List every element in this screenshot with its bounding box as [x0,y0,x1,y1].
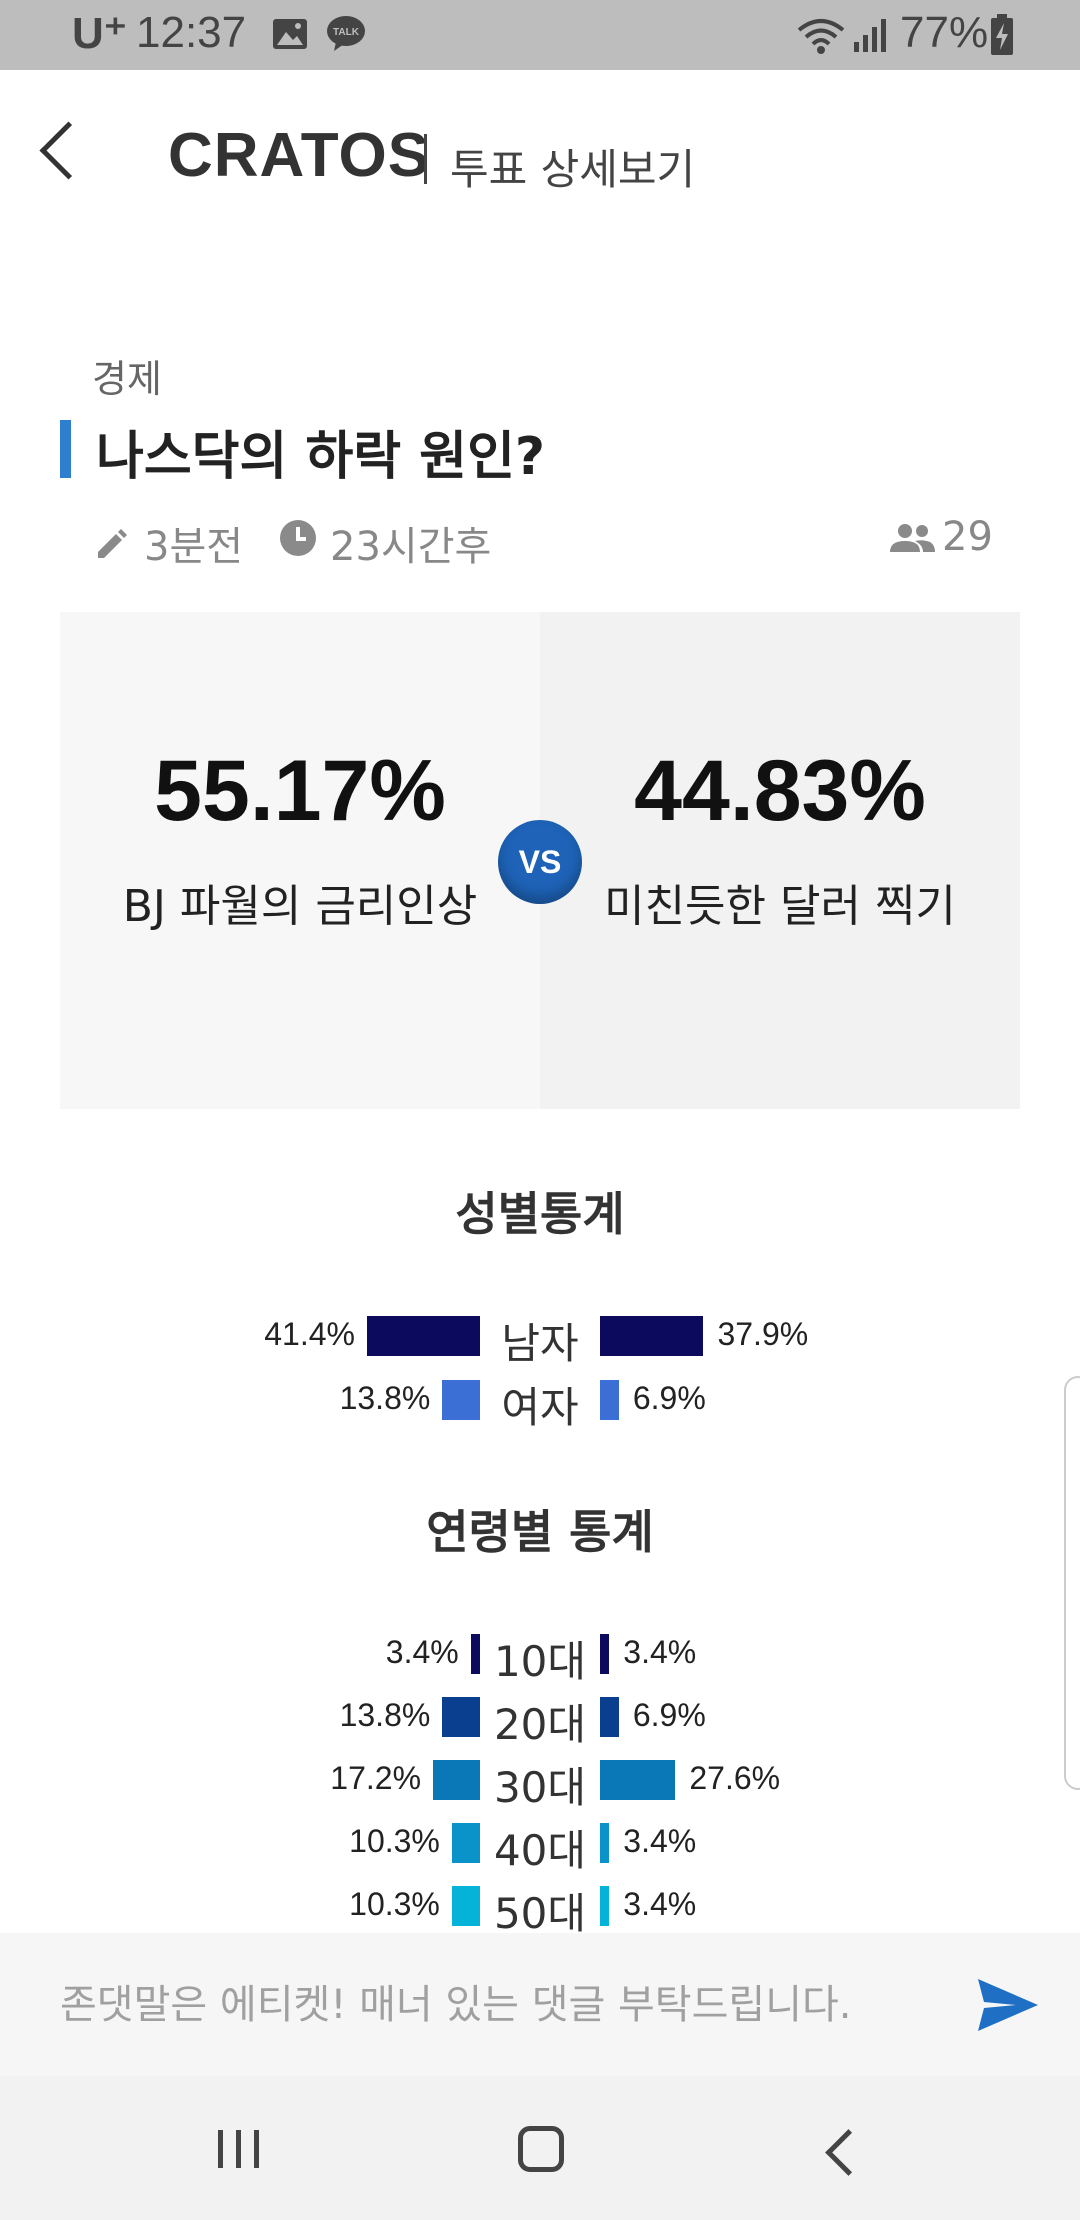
left-value: 3.4% [385,1634,459,1670]
vote-percent-left: 55.17% [154,743,446,839]
left-value: 10.3% [349,1823,440,1859]
category-label: 남자 [501,1319,579,1368]
signal-icon [854,19,886,52]
stat-row: 41.4% 37.9% 남자 [0,1312,1080,1368]
vote-option-right-label: 미친듯한 달러 찍기 [604,881,956,932]
participants-icon [890,524,935,552]
right-value: 6.9% [632,1380,706,1416]
right-bar [600,1760,676,1800]
remaining-time: 23시간후 [330,524,492,570]
clock-icon [280,520,316,556]
left-value: 10.3% [349,1886,440,1922]
header-divider [424,134,427,184]
status-time: 12:37 [136,8,247,57]
brand-logo: CRATOS [168,121,431,190]
wifi-icon [797,19,845,54]
vote-percent-right: 44.83% [634,743,926,839]
left-bar [433,1760,480,1800]
right-value: 6.9% [632,1697,706,1733]
system-nav-bar [0,2076,1080,2220]
nav-back-button[interactable] [825,2129,872,2176]
send-icon[interactable] [976,1977,1040,2033]
home-button[interactable] [518,2126,564,2172]
right-value: 3.4% [623,1886,697,1922]
post-title: 나스닥의 하락 원인? [96,427,546,487]
vote-option-left-label: BJ 파월의 금리인상 [122,881,478,932]
left-bar [442,1380,480,1420]
right-bar [600,1634,610,1674]
left-value: 13.8% [339,1697,431,1733]
left-bar [470,1634,480,1674]
left-value: 17.2% [330,1760,422,1796]
page-title: 투표 상세보기 [450,145,696,194]
recent-apps-icon[interactable] [216,2128,262,2170]
app-header: CRATOS 투표 상세보기 [0,70,1080,245]
category-label: 20대 [493,1700,587,1749]
left-value: 13.8% [339,1380,431,1416]
left-bar [442,1697,480,1737]
stat-row: 13.8% 6.9% 20대 [0,1693,1080,1749]
right-bar [600,1886,610,1926]
left-bar [451,1823,480,1863]
carrier-label: U⁺ [72,9,127,58]
category-label: 10대 [493,1637,587,1686]
left-bar [451,1886,480,1926]
svg-text:TALK: TALK [333,27,360,38]
title-accent-bar [60,420,71,478]
vs-badge: VS [498,820,582,904]
participant-count: 29 [942,514,993,560]
vote-option-left[interactable]: 55.17% BJ 파월의 금리인상 [60,612,540,1109]
scroll-handle[interactable] [1064,1376,1080,1790]
stat-row: 10.3% 3.4% 40대 [0,1819,1080,1875]
vote-option-right[interactable]: 44.83% 미친듯한 달러 찍기 [540,612,1020,1109]
right-value: 3.4% [623,1823,697,1859]
stat-row: 3.4% 3.4% 10대 [0,1630,1080,1686]
right-bar [600,1823,610,1863]
stat-row: 17.2% 27.6% 30대 [0,1756,1080,1812]
right-bar [600,1316,704,1356]
comment-bar [0,1933,1080,2076]
age-stats-title: 연령별 통계 [426,1505,654,1559]
right-bar [600,1380,619,1420]
category-label: 40대 [493,1826,587,1875]
back-button[interactable] [39,121,98,180]
category-label: 여자 [501,1383,579,1432]
comment-input[interactable] [58,1967,942,2043]
kakaotalk-icon: TALK [327,16,365,51]
left-bar [366,1316,480,1356]
stat-row: 10.3% 3.4% 50대 [0,1882,1080,1938]
category-label: 50대 [493,1889,587,1938]
post-time: 3분전 [144,524,244,570]
battery-percent: 77% [900,8,989,57]
left-value: 41.4% [264,1316,355,1352]
status-bar: U⁺ 12:37 TALK 77% [0,0,1080,70]
gender-stats-title: 성별통계 [455,1187,625,1241]
right-value: 27.6% [689,1760,781,1796]
right-value: 3.4% [623,1634,697,1670]
post-category: 경제 [92,357,162,401]
gallery-icon [273,19,307,49]
pencil-icon [98,529,127,558]
right-value: 37.9% [717,1316,809,1352]
right-bar [600,1697,619,1737]
category-label: 30대 [493,1763,587,1812]
battery-charging-icon [991,14,1013,55]
stat-row: 13.8% 6.9% 여자 [0,1376,1080,1432]
